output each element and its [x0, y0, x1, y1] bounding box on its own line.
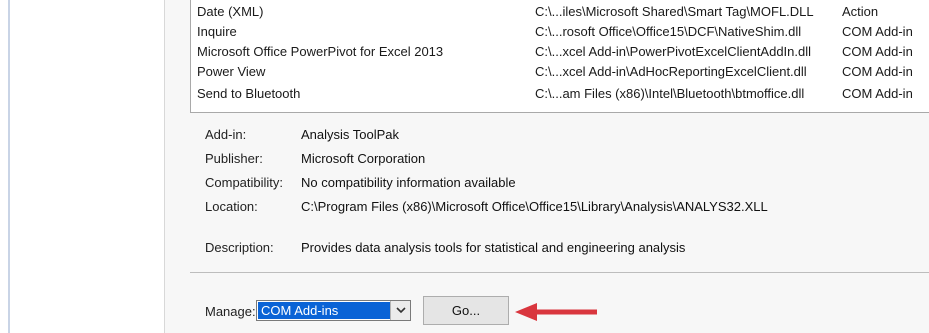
publisher-value: Microsoft Corporation	[301, 151, 426, 166]
chevron-down-icon	[396, 307, 406, 314]
addin-label: Add-in:	[205, 127, 247, 142]
list-item[interactable]: Send to Bluetooth C:\...am Files (x86)\I…	[191, 84, 929, 104]
addin-type: COM Add-in	[842, 24, 913, 39]
location-label: Location:	[205, 199, 258, 214]
manage-dropdown[interactable]: COM Add-ins	[256, 300, 411, 321]
compatibility-value: No compatibility information available	[301, 175, 516, 190]
list-item[interactable]: Microsoft Office PowerPivot for Excel 20…	[191, 42, 929, 62]
compatibility-label: Compatibility:	[205, 175, 284, 190]
addin-name: Microsoft Office PowerPivot for Excel 20…	[197, 44, 444, 59]
addin-location: C:\...xcel Add-in\PowerPivotExcelClientA…	[535, 44, 812, 59]
addin-value: Analysis ToolPak	[301, 127, 400, 142]
description-label: Description:	[205, 240, 274, 255]
arrow-left-icon	[515, 303, 597, 321]
section-divider	[190, 272, 929, 273]
dropdown-toggle[interactable]	[390, 301, 410, 320]
addins-list[interactable]: Date (XML) C:\...iles\Microsoft Shared\S…	[190, 0, 929, 113]
addin-name: Send to Bluetooth	[197, 86, 301, 101]
addin-location: C:\...xcel Add-in\AdHocReportingExcelCli…	[535, 64, 807, 79]
location-value: C:\Program Files (x86)\Microsoft Office\…	[301, 199, 768, 214]
list-item[interactable]: Inquire C:\...rosoft Office\Office15\DCF…	[191, 22, 929, 42]
addin-name: Power View	[197, 64, 266, 79]
addin-type: COM Add-in	[842, 44, 913, 59]
publisher-label: Publisher:	[205, 151, 263, 166]
addin-location: C:\...am Files (x86)\Intel\Bluetooth\btm…	[535, 86, 805, 101]
addin-type: Action	[842, 4, 879, 19]
window-edge-divider	[8, 0, 10, 333]
addin-name: Inquire	[197, 24, 237, 39]
addin-type: COM Add-in	[842, 86, 913, 101]
addin-details: Add-in: Analysis ToolPak Publisher: Micr…	[190, 124, 929, 264]
manage-selected-value[interactable]: COM Add-ins	[258, 302, 390, 319]
addin-type: COM Add-in	[842, 64, 913, 79]
addin-name: Date (XML)	[197, 4, 264, 19]
manage-label: Manage:	[205, 304, 256, 319]
list-item[interactable]: Date (XML) C:\...iles\Microsoft Shared\S…	[191, 2, 929, 22]
list-item[interactable]: Power View C:\...xcel Add-in\AdHocReport…	[191, 62, 929, 82]
addin-location: C:\...iles\Microsoft Shared\Smart Tag\MO…	[535, 4, 814, 19]
go-button[interactable]: Go...	[423, 296, 509, 325]
description-value: Provides data analysis tools for statist…	[301, 240, 686, 255]
addin-location: C:\...rosoft Office\Office15\DCF\NativeS…	[535, 24, 802, 39]
